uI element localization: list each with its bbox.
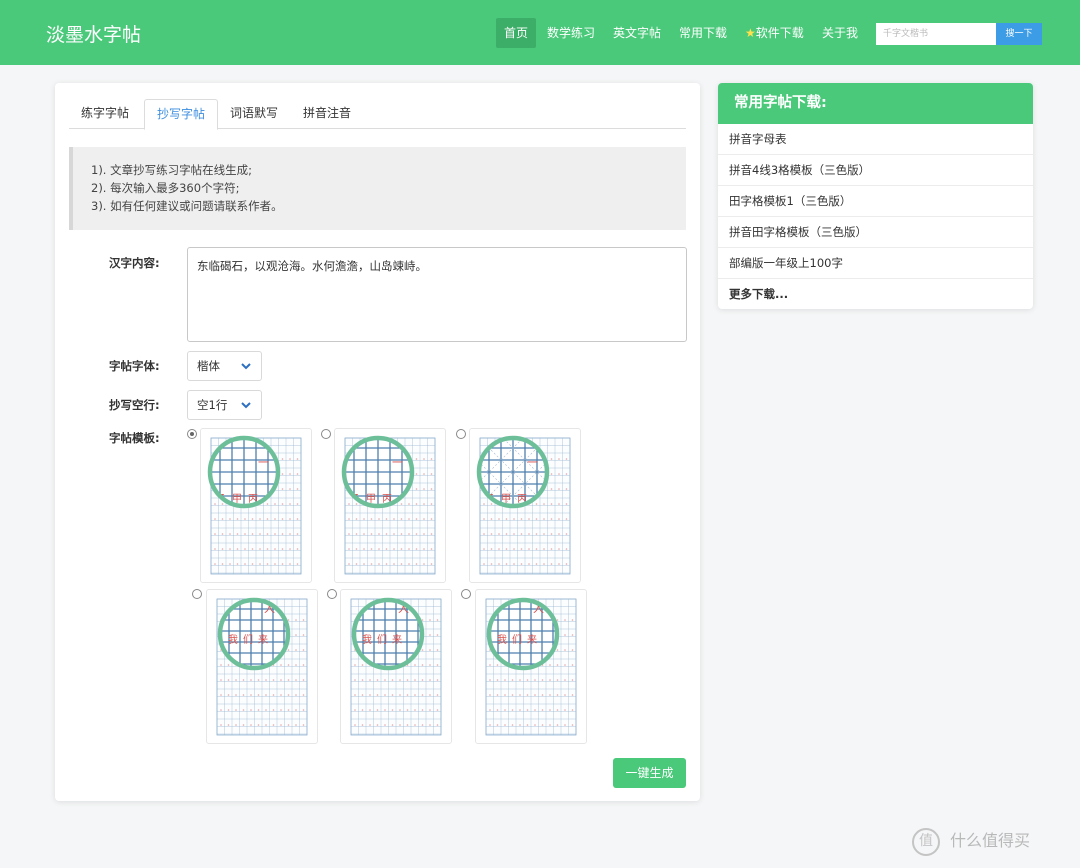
main-panel: 练字字帖 抄写字帖 词语默写 拼音注音 1). 文章抄写练习字帖在线生成; 2)… [55, 83, 700, 801]
template-preview: 一乙甲丙 [476, 435, 571, 575]
template-option-4[interactable]: 人我们来 [206, 589, 318, 744]
svg-text:一: 一 [527, 456, 538, 469]
template-radio-2[interactable] [321, 429, 331, 439]
tab-dictation[interactable]: 词语默写 [218, 99, 290, 129]
template-option-2[interactable]: 一乙甲丙 [334, 428, 446, 583]
chevron-down-icon [241, 363, 251, 370]
template-option-5[interactable]: 人我们来 [340, 589, 452, 744]
tab-practice[interactable]: 练字字帖 [69, 99, 141, 129]
search-button[interactable]: 搜一下 [996, 23, 1042, 45]
nav-software-download[interactable]: ★软件下载 [737, 18, 812, 48]
svg-text:来: 来 [258, 634, 268, 646]
notice-box: 1). 文章抄写练习字帖在线生成; 2). 每次输入最多360个字符; 3). … [69, 147, 686, 230]
svg-text:们: 们 [243, 633, 253, 646]
svg-text:来: 来 [392, 634, 402, 646]
download-link-tianzige[interactable]: 田字格模板1（三色版） [718, 186, 1033, 217]
template-radio-3[interactable] [456, 429, 466, 439]
tab-copy[interactable]: 抄写字帖 [144, 99, 219, 130]
template-preview: 一乙甲丙 [207, 435, 302, 575]
font-label: 字帖字体: [109, 359, 160, 373]
template-option-1[interactable]: 一乙甲丙 [200, 428, 312, 583]
downloads-panel: 常用字帖下载: 拼音字母表 拼音4线3格模板（三色版） 田字格模板1（三色版） … [718, 83, 1033, 309]
template-option-6[interactable]: 人我们来 [475, 589, 587, 744]
download-link-pinyin-4line[interactable]: 拼音4线3格模板（三色版） [718, 155, 1033, 186]
template-radio-1[interactable] [187, 429, 197, 439]
font-select[interactable]: 楷体 [187, 351, 262, 381]
svg-text:我: 我 [228, 634, 238, 646]
svg-text:我: 我 [497, 634, 507, 646]
notice-line-2: 2). 每次输入最多360个字符; [91, 181, 240, 195]
notice-line-3: 3). 如有任何建议或问题请联系作者。 [91, 199, 283, 213]
tab-bar: 练字字帖 抄写字帖 词语默写 拼音注音 [69, 99, 686, 130]
svg-text:一: 一 [258, 456, 269, 469]
download-link-grade1-100[interactable]: 部编版一年级上100字 [718, 248, 1033, 279]
nav-home[interactable]: 首页 [496, 18, 537, 48]
notice-line-1: 1). 文章抄写练习字帖在线生成; [91, 163, 252, 177]
watermark-logo-icon: 值 [912, 828, 940, 856]
font-select-value: 楷体 [197, 359, 220, 373]
download-link-more[interactable]: 更多下载... [718, 279, 1033, 309]
nav-about[interactable]: 关于我 [814, 18, 866, 48]
nav-software-download-label: 软件下载 [755, 26, 804, 40]
blank-lines-select[interactable]: 空1行 [187, 390, 262, 420]
template-option-3[interactable]: 一乙甲丙 [469, 428, 581, 583]
tab-pinyin[interactable]: 拼音注音 [291, 99, 363, 129]
svg-text:一: 一 [392, 456, 403, 469]
svg-text:们: 们 [512, 633, 522, 646]
template-radio-4[interactable] [192, 589, 202, 599]
svg-text:们: 们 [377, 633, 387, 646]
download-link-pinyin-tianzige[interactable]: 拼音田字格模板（三色版） [718, 217, 1033, 248]
chevron-down-icon [241, 402, 251, 409]
template-preview: 一乙甲丙 [341, 435, 436, 575]
nav-math-practice[interactable]: 数学练习 [539, 18, 603, 48]
watermark: 值 什么值得买 [912, 826, 1072, 856]
download-link-pinyin-alphabet[interactable]: 拼音字母表 [718, 124, 1033, 155]
svg-text:我: 我 [362, 634, 372, 646]
blank-lines-select-value: 空1行 [197, 398, 228, 412]
template-radio-6[interactable] [461, 589, 471, 599]
nav-common-downloads[interactable]: 常用下载 [671, 18, 735, 48]
template-radio-5[interactable] [327, 589, 337, 599]
template-preview: 人我们来 [216, 597, 308, 736]
downloads-title: 常用字帖下载: [718, 83, 1033, 124]
generate-button[interactable]: 一键生成 [613, 758, 686, 788]
template-label: 字帖模板: [109, 431, 160, 445]
top-navbar: 淡墨水字帖 首页 数学练习 英文字帖 常用下载 ★软件下载 关于我 搜一下 [0, 0, 1080, 65]
nav-english-copybook[interactable]: 英文字帖 [605, 18, 669, 48]
svg-text:来: 来 [527, 634, 537, 646]
watermark-text: 什么值得买 [950, 831, 1031, 850]
search-input[interactable] [876, 23, 997, 45]
content-label: 汉字内容: [109, 256, 160, 270]
blank-lines-label: 抄写空行: [109, 398, 160, 412]
template-preview: 人我们来 [485, 597, 577, 736]
site-brand[interactable]: 淡墨水字帖 [46, 20, 141, 47]
star-icon: ★ [745, 26, 756, 40]
template-preview: 人我们来 [350, 597, 442, 736]
content-textarea[interactable]: 东临碣石，以观沧海。水何澹澹，山岛竦峙。 [187, 247, 687, 342]
